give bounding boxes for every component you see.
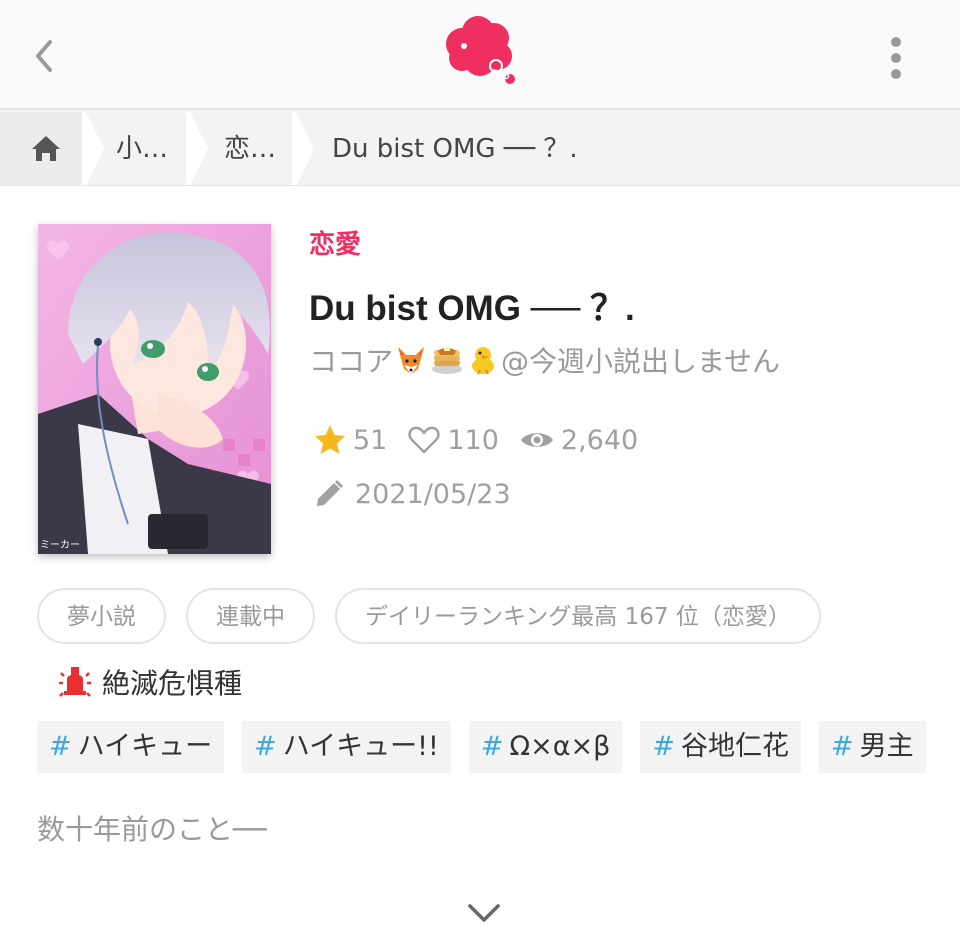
star-count-value: 51 <box>353 424 388 456</box>
chevron-down-icon <box>468 904 500 922</box>
breadcrumb-current: Du bist OMG ── ？. <box>332 134 578 164</box>
updated-date-value: 2021/05/23 <box>355 478 511 510</box>
breadcrumb-separator <box>292 112 314 185</box>
more-vertical-icon <box>891 37 901 79</box>
breadcrumb-item-category[interactable]: 小… <box>116 112 168 185</box>
hash-icon: # <box>831 731 854 762</box>
tag-label: Ω×α×β <box>509 731 611 762</box>
star-count: 51 <box>313 423 387 457</box>
chip-serializing[interactable]: 連載中 <box>186 588 315 644</box>
app-header <box>0 0 960 110</box>
updated-date: 2021/05/23 <box>313 474 511 514</box>
heart-icon <box>408 426 440 454</box>
like-count: 110 <box>407 423 499 457</box>
breadcrumb: 小… 恋… Du bist OMG ── ？. <box>0 112 960 186</box>
story-chips: 夢小説 連載中 デイリーランキング最高 167 位（恋愛） <box>37 588 841 644</box>
tag-item[interactable]: # ハイキュー!! <box>242 721 451 773</box>
story-cover-image[interactable]: ミーカー <box>38 224 271 554</box>
breadcrumb-home[interactable] <box>0 112 84 185</box>
hash-icon: # <box>652 731 675 762</box>
view-count: 2,640 <box>519 423 638 457</box>
breadcrumb-separator <box>186 112 208 185</box>
tag-item[interactable]: # ハイキュー <box>37 721 225 773</box>
chip-ranking[interactable]: デイリーランキング最高 167 位（恋愛） <box>335 588 821 644</box>
hash-icon: # <box>49 731 72 762</box>
genre-label[interactable]: 恋愛 <box>309 224 361 261</box>
author-name: ココア <box>309 345 394 378</box>
hash-icon: # <box>480 731 504 762</box>
story-description: 数十年前のこと── <box>37 813 267 846</box>
chick-emoji <box>472 347 495 375</box>
view-count-value: 2,640 <box>560 424 639 456</box>
chip-dream-novel[interactable]: 夢小説 <box>37 588 166 644</box>
more-options-button[interactable] <box>880 34 912 82</box>
star-icon <box>315 425 345 454</box>
tag-item[interactable]: # 谷地仁花 <box>640 721 801 773</box>
cover-illustration: ミーカー <box>38 224 271 554</box>
story-stats: 51 110 2,640 <box>313 420 658 460</box>
thought-bubble-logo <box>446 16 515 84</box>
pancakes-emoji <box>432 347 463 374</box>
chevron-left-icon <box>36 40 52 72</box>
breadcrumb-item-genre[interactable]: 恋… <box>224 112 276 185</box>
back-button[interactable] <box>22 30 66 82</box>
author-handle: @今週小説出しません <box>501 345 781 378</box>
author-link[interactable]: ココア @今週小説出しません <box>309 340 780 380</box>
tag-label: ハイキュー!! <box>282 731 439 762</box>
endangered-badge[interactable]: 絶滅危惧種 <box>56 660 242 704</box>
svg-text:ミーカー: ミーカー <box>40 539 80 551</box>
tag-item[interactable]: # Ω×α×β <box>468 721 623 773</box>
breadcrumb-separator <box>82 112 104 185</box>
like-count-value: 110 <box>447 424 499 456</box>
home-icon <box>32 136 60 161</box>
fox-emoji <box>398 347 425 374</box>
siren-icon <box>59 667 91 697</box>
expand-description-button[interactable] <box>466 900 502 928</box>
story-tags: # ハイキュー # ハイキュー!! # Ω×α×β # 谷地仁花 # 男主 <box>37 721 944 773</box>
story-title: Du bist OMG ── ？. <box>309 289 635 328</box>
app-logo[interactable] <box>440 12 520 88</box>
tag-item[interactable]: # 男主 <box>819 721 926 773</box>
hash-icon: # <box>254 731 277 762</box>
badge-label: 絶滅危惧種 <box>102 667 243 700</box>
eye-icon <box>520 433 553 447</box>
tag-label: 男主 <box>859 731 914 762</box>
pencil-icon <box>317 480 343 506</box>
tag-label: 谷地仁花 <box>681 731 789 762</box>
tag-label: ハイキュー <box>77 731 213 762</box>
